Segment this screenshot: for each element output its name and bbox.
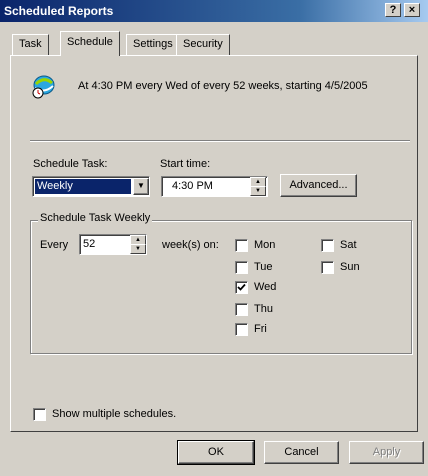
separator bbox=[30, 140, 410, 142]
schedule-summary: At 4:30 PM every Wed of every 52 weeks, … bbox=[78, 80, 368, 92]
day-label-wed: Wed bbox=[254, 281, 277, 293]
advanced-button[interactable]: Advanced... bbox=[280, 174, 357, 197]
close-button[interactable]: × bbox=[404, 3, 420, 17]
start-time-input[interactable]: 4:30 PM ▲ ▼ bbox=[161, 176, 268, 197]
weeks-on-label: week(s) on: bbox=[162, 239, 219, 251]
checkbox-sun[interactable] bbox=[321, 261, 334, 274]
schedule-task-value: Weekly bbox=[35, 179, 131, 194]
day-label-thu: Thu bbox=[254, 303, 273, 315]
day-label-tue: Tue bbox=[254, 261, 273, 273]
show-multiple-checkbox[interactable] bbox=[33, 408, 46, 421]
tab-schedule[interactable]: Schedule bbox=[60, 31, 120, 56]
weekly-group-title: Schedule Task Weekly bbox=[38, 212, 153, 224]
chevron-down-icon: ▼ bbox=[137, 181, 145, 190]
checkbox-thu[interactable] bbox=[235, 303, 248, 316]
window-title: Scheduled Reports bbox=[4, 4, 114, 18]
tab-settings[interactable]: Settings bbox=[126, 34, 180, 55]
every-weeks-spinner[interactable]: ▲ ▼ bbox=[130, 235, 146, 254]
help-button[interactable]: ? bbox=[385, 3, 401, 17]
spin-down-icon[interactable]: ▼ bbox=[130, 244, 146, 254]
day-label-sun: Sun bbox=[340, 261, 360, 273]
start-time-label: Start time: bbox=[160, 158, 211, 170]
apply-button[interactable]: Apply bbox=[349, 441, 424, 464]
tab-task[interactable]: Task bbox=[12, 34, 49, 55]
start-time-spinner[interactable]: ▲ ▼ bbox=[250, 177, 266, 196]
every-weeks-value: 52 bbox=[83, 238, 96, 250]
every-label: Every bbox=[40, 239, 69, 251]
checkmark-icon bbox=[237, 283, 246, 291]
tab-security[interactable]: Security bbox=[176, 34, 230, 55]
checkbox-fri[interactable] bbox=[235, 323, 248, 336]
checkbox-wed[interactable] bbox=[235, 281, 248, 294]
checkbox-sat[interactable] bbox=[321, 239, 334, 252]
checkbox-mon[interactable] bbox=[235, 239, 248, 252]
day-label-mon: Mon bbox=[254, 239, 276, 251]
title-bar[interactable]: Scheduled Reports ? × bbox=[0, 0, 428, 22]
day-label-fri: Fri bbox=[254, 323, 267, 335]
start-time-value: 4:30 PM bbox=[172, 180, 213, 192]
checkbox-tue[interactable] bbox=[235, 261, 248, 274]
day-label-sat: Sat bbox=[340, 239, 357, 251]
calendar-clock-icon bbox=[30, 74, 56, 100]
show-multiple-label: Show multiple schedules. bbox=[52, 408, 177, 420]
cancel-button[interactable]: Cancel bbox=[264, 441, 339, 464]
spin-down-icon[interactable]: ▼ bbox=[250, 186, 266, 196]
schedule-task-label: Schedule Task: bbox=[33, 158, 108, 170]
ok-button[interactable]: OK bbox=[177, 440, 255, 465]
dropdown-button[interactable]: ▼ bbox=[133, 178, 149, 195]
every-weeks-input[interactable]: 52 ▲ ▼ bbox=[79, 234, 147, 255]
schedule-task-select[interactable]: Weekly ▼ bbox=[32, 176, 150, 197]
